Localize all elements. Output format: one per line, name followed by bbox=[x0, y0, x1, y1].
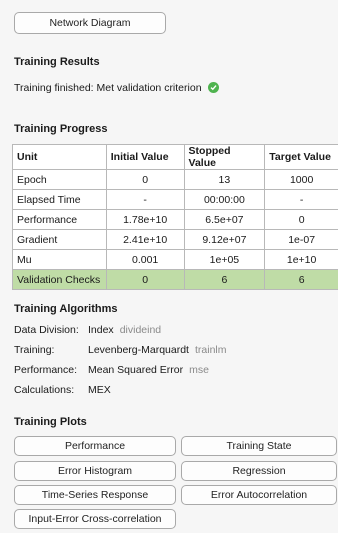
table-row: Epoch 0 13 1000 bbox=[12, 169, 338, 190]
table-cell: 0 bbox=[264, 209, 338, 230]
error-histogram-plot-button[interactable]: Error Histogram bbox=[14, 461, 176, 481]
table-cell: - bbox=[264, 189, 338, 210]
network-diagram-button[interactable]: Network Diagram bbox=[14, 12, 166, 34]
table-cell: Epoch bbox=[12, 169, 107, 190]
algorithm-row: Training: Levenberg-Marquardt trainlm bbox=[14, 344, 227, 356]
table-cell: Elapsed Time bbox=[12, 189, 107, 210]
algorithm-value: Index bbox=[88, 324, 114, 336]
table-cell: 2.41e+10 bbox=[105, 229, 185, 250]
regression-plot-button[interactable]: Regression bbox=[181, 461, 337, 481]
table-cell: 0 bbox=[105, 169, 185, 190]
training-progress-table: Unit Initial Value Stopped Value Target … bbox=[12, 144, 338, 290]
algorithm-function: mse bbox=[189, 364, 209, 376]
table-cell: 9.12e+07 bbox=[183, 229, 266, 250]
table-cell: 1000 bbox=[264, 169, 338, 190]
training-status-text: Training finished: Met validation criter… bbox=[14, 82, 202, 94]
table-cell: 1e-07 bbox=[264, 229, 338, 250]
algorithm-label: Calculations: bbox=[14, 384, 75, 396]
table-cell: 6 bbox=[183, 269, 266, 290]
table-cell: Performance bbox=[12, 209, 107, 230]
table-row: Gradient 2.41e+10 9.12e+07 1e-07 bbox=[12, 229, 338, 250]
table-row: Elapsed Time - 00:00:00 - bbox=[12, 189, 338, 210]
algorithm-function: divideind bbox=[119, 324, 162, 336]
algorithm-label: Data Division: bbox=[14, 324, 79, 336]
algorithm-value: Mean Squared Error bbox=[88, 364, 184, 376]
column-header: Stopped Value bbox=[183, 144, 266, 170]
table-cell: 0.001 bbox=[105, 249, 185, 270]
table-row: Mu 0.001 1e+05 1e+10 bbox=[12, 249, 338, 270]
table-cell: 0 bbox=[105, 269, 185, 290]
algorithm-row: Performance: Mean Squared Error mse bbox=[14, 364, 209, 376]
table-cell: 00:00:00 bbox=[183, 189, 266, 210]
algorithm-row: Calculations: MEX bbox=[14, 384, 111, 396]
algorithm-label: Performance: bbox=[14, 364, 78, 376]
algorithm-value: MEX bbox=[88, 384, 111, 396]
training-state-plot-button[interactable]: Training State bbox=[181, 436, 337, 456]
table-cell: Validation Checks bbox=[12, 269, 107, 290]
error-autocorrelation-plot-button[interactable]: Error Autocorrelation bbox=[181, 485, 337, 505]
training-progress-heading: Training Progress bbox=[14, 123, 108, 135]
training-status: Training finished: Met validation criter… bbox=[14, 81, 219, 94]
training-algorithms-heading: Training Algorithms bbox=[14, 303, 118, 315]
table-row: Performance 1.78e+10 6.5e+07 0 bbox=[12, 209, 338, 230]
performance-plot-button[interactable]: Performance bbox=[14, 436, 176, 456]
algorithm-row: Data Division: Index divideind bbox=[14, 324, 161, 336]
table-cell: - bbox=[105, 189, 185, 210]
table-cell: 1e+10 bbox=[264, 249, 338, 270]
input-error-cross-correlation-plot-button[interactable]: Input-Error Cross-correlation bbox=[14, 509, 176, 529]
algorithm-label: Training: bbox=[14, 344, 55, 356]
training-results-heading: Training Results bbox=[14, 56, 100, 68]
table-cell: 6 bbox=[264, 269, 338, 290]
table-cell: 13 bbox=[183, 169, 266, 190]
table-cell: 6.5e+07 bbox=[183, 209, 266, 230]
table-row-highlighted: Validation Checks 0 6 6 bbox=[12, 269, 338, 290]
table-cell: Gradient bbox=[12, 229, 107, 250]
table-header-row: Unit Initial Value Stopped Value Target … bbox=[12, 144, 338, 170]
column-header: Target Value bbox=[264, 144, 338, 170]
table-cell: 1e+05 bbox=[183, 249, 266, 270]
algorithm-function: trainlm bbox=[194, 344, 227, 356]
algorithm-value: Levenberg-Marquardt bbox=[88, 344, 189, 356]
table-cell: 1.78e+10 bbox=[105, 209, 185, 230]
column-header: Initial Value bbox=[105, 144, 185, 170]
table-cell: Mu bbox=[12, 249, 107, 270]
training-plots-heading: Training Plots bbox=[14, 416, 87, 428]
time-series-response-plot-button[interactable]: Time-Series Response bbox=[14, 485, 176, 505]
check-icon bbox=[207, 81, 219, 93]
column-header: Unit bbox=[12, 144, 107, 170]
